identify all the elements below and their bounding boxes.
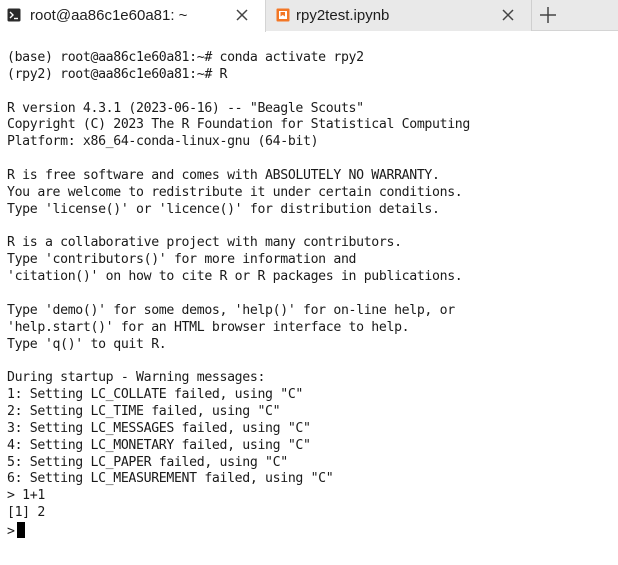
terminal-line: You are welcome to redistribute it under… — [7, 184, 463, 200]
tab-terminal[interactable]: root@aa86c1e60a81: ~ — [0, 0, 266, 32]
terminal-line: Type 'contributors()' for more informati… — [7, 252, 357, 268]
terminal-output[interactable]: (base) root@aa86c1e60a81:~# conda activa… — [0, 32, 618, 565]
tab-label: root@aa86c1e60a81: ~ — [30, 7, 188, 24]
terminal-line: 'citation()' on how to cite R or R packa… — [7, 269, 463, 285]
terminal-line: 1: Setting LC_COLLATE failed, using "C" — [7, 387, 303, 403]
terminal-icon — [7, 8, 21, 22]
notebook-icon — [276, 8, 290, 22]
terminal-line: 6: Setting LC_MEASUREMENT failed, using … — [7, 471, 334, 487]
terminal-line: Platform: x86_64-conda-linux-gnu (64-bit… — [7, 134, 319, 150]
terminal-line: R is free software and comes with ABSOLU… — [7, 168, 440, 184]
terminal-line: Type 'demo()' for some demos, 'help()' f… — [7, 302, 455, 318]
prompt-line[interactable]: > — [7, 522, 618, 539]
terminal-line: R version 4.3.1 (2023-06-16) -- "Beagle … — [7, 100, 364, 116]
terminal-line: [1] 2 — [7, 505, 45, 521]
tab-label: rpy2test.ipynb — [296, 7, 390, 24]
terminal-line: Type 'q()' to quit R. — [7, 336, 167, 352]
terminal-line: 3: Setting LC_MESSAGES failed, using "C" — [7, 420, 311, 436]
r-prompt: > — [7, 524, 15, 540]
terminal-line: Copyright (C) 2023 The R Foundation for … — [7, 117, 470, 133]
tab-notebook[interactable]: rpy2test.ipynb — [266, 0, 532, 31]
terminal-line: (rpy2) root@aa86c1e60a81:~# R — [7, 66, 228, 82]
close-icon[interactable] — [499, 6, 517, 24]
close-icon[interactable] — [233, 6, 251, 24]
terminal-line: During startup - Warning messages: — [7, 370, 266, 386]
new-tab-plus-icon[interactable] — [532, 0, 564, 31]
terminal-line: (base) root@aa86c1e60a81:~# conda activa… — [7, 50, 364, 65]
terminal-line: 2: Setting LC_TIME failed, using "C" — [7, 404, 281, 420]
terminal-line: 5: Setting LC_PAPER failed, using "C" — [7, 454, 288, 470]
terminal-line: R is a collaborative project with many c… — [7, 235, 402, 251]
tab-bar: root@aa86c1e60a81: ~ rpy2test.ipynb — [0, 0, 618, 32]
terminal-line: Type 'license()' or 'licence()' for dist… — [7, 201, 440, 217]
terminal-line: > 1+1 — [7, 488, 45, 504]
terminal-window: root@aa86c1e60a81: ~ rpy2test.ipynb (bas… — [0, 0, 618, 565]
terminal-line: 'help.start()' for an HTML browser inter… — [7, 319, 410, 335]
text-cursor — [16, 522, 25, 539]
terminal-line: 4: Setting LC_MONETARY failed, using "C" — [7, 437, 311, 453]
